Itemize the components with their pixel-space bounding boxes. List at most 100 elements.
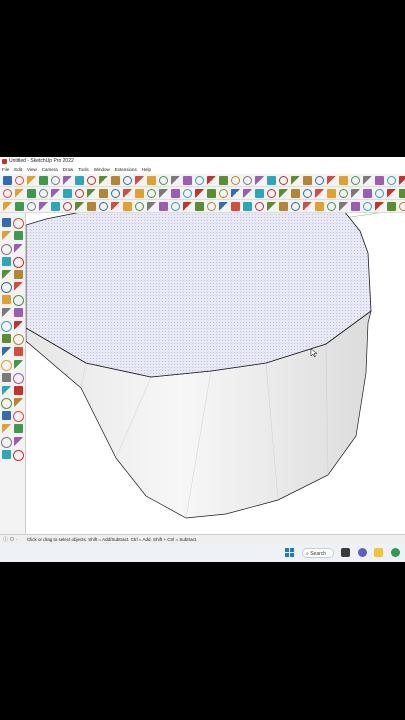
textured-icon[interactable] bbox=[363, 188, 372, 198]
pan-icon[interactable] bbox=[291, 175, 300, 185]
hidden-line-icon[interactable] bbox=[99, 188, 108, 198]
menu-window[interactable]: Window bbox=[94, 167, 110, 172]
top-view-icon[interactable] bbox=[255, 188, 264, 198]
eraser-icon[interactable] bbox=[15, 175, 24, 185]
outliner-icon[interactable] bbox=[207, 188, 216, 198]
text-icon[interactable] bbox=[13, 372, 24, 384]
rectangle-icon[interactable] bbox=[2, 269, 11, 279]
circle-icon[interactable] bbox=[1, 282, 12, 294]
position-camera-icon[interactable] bbox=[1, 437, 12, 449]
group-icon[interactable] bbox=[183, 188, 192, 198]
move-icon[interactable] bbox=[387, 175, 396, 185]
stamp-icon[interactable] bbox=[27, 201, 36, 211]
pie-icon[interactable] bbox=[2, 308, 11, 318]
tag-icon[interactable] bbox=[1, 243, 12, 255]
drape-icon[interactable] bbox=[279, 201, 288, 211]
back-view-icon[interactable] bbox=[291, 188, 300, 198]
fog-icon[interactable] bbox=[231, 201, 240, 211]
zoom-icon[interactable] bbox=[2, 411, 11, 421]
section-plane-icon[interactable] bbox=[387, 188, 396, 198]
polygon-icon[interactable] bbox=[363, 175, 372, 185]
section-cut-icon[interactable] bbox=[399, 188, 405, 198]
walk-icon[interactable] bbox=[171, 201, 180, 211]
select-icon[interactable] bbox=[243, 175, 252, 185]
move-icon[interactable] bbox=[1, 321, 12, 333]
rotated-rectangle-icon[interactable] bbox=[14, 269, 23, 279]
solid-subtract-icon[interactable] bbox=[339, 201, 348, 211]
component-icon[interactable] bbox=[171, 188, 180, 198]
axes-icon[interactable] bbox=[2, 385, 11, 395]
browser-icon[interactable] bbox=[391, 548, 400, 557]
three-point-arc-icon[interactable] bbox=[14, 308, 23, 318]
flip-edge-icon[interactable] bbox=[291, 201, 300, 211]
make-component-icon[interactable] bbox=[13, 218, 24, 229]
solid-trim-icon[interactable] bbox=[351, 201, 360, 211]
solid-intersect-icon[interactable] bbox=[123, 201, 132, 211]
model-canvas[interactable] bbox=[26, 213, 405, 534]
tape-measure-icon[interactable] bbox=[1, 359, 12, 371]
extension-icon[interactable] bbox=[315, 201, 324, 211]
styles-icon[interactable] bbox=[231, 188, 240, 198]
previous-view-icon[interactable] bbox=[14, 424, 23, 434]
front-view-icon[interactable] bbox=[267, 188, 276, 198]
arc-icon[interactable] bbox=[327, 175, 336, 185]
scale-icon[interactable] bbox=[171, 175, 180, 185]
circle-icon[interactable] bbox=[111, 175, 120, 185]
wireframe-icon[interactable] bbox=[327, 188, 336, 198]
paint-bucket-icon[interactable] bbox=[2, 230, 11, 240]
iso-view-icon[interactable] bbox=[243, 188, 252, 198]
shaded-icon[interactable] bbox=[111, 188, 120, 198]
task-view-icon[interactable] bbox=[341, 548, 350, 557]
file-explorer-icon[interactable] bbox=[374, 548, 383, 557]
zoom-icon[interactable] bbox=[63, 175, 72, 185]
arc-icon[interactable] bbox=[2, 295, 11, 305]
3d-text-icon[interactable] bbox=[14, 385, 23, 395]
eraser-icon[interactable] bbox=[14, 230, 23, 240]
protractor-icon[interactable] bbox=[2, 372, 11, 382]
outer-shell-icon[interactable] bbox=[147, 201, 156, 211]
solid-trim-icon[interactable] bbox=[111, 201, 120, 211]
sandbox-icon[interactable] bbox=[243, 201, 252, 211]
outer-shell-icon[interactable] bbox=[387, 201, 396, 211]
freehand-icon[interactable] bbox=[13, 256, 24, 268]
orbit-icon[interactable] bbox=[39, 175, 48, 185]
push-pull-icon[interactable] bbox=[135, 175, 144, 185]
wireframe-icon[interactable] bbox=[87, 188, 96, 198]
pan-icon[interactable] bbox=[51, 175, 60, 185]
orbit-icon[interactable] bbox=[1, 398, 12, 410]
section-plane-icon[interactable] bbox=[147, 188, 156, 198]
solid-intersect-icon[interactable] bbox=[363, 201, 372, 211]
select-icon[interactable] bbox=[2, 218, 11, 227]
paint-bucket-icon[interactable] bbox=[27, 175, 36, 185]
pie-icon[interactable] bbox=[207, 201, 216, 211]
shadow-icon[interactable] bbox=[219, 201, 228, 211]
menu-edit[interactable]: Edit bbox=[14, 167, 22, 172]
rectangle-icon[interactable] bbox=[99, 175, 108, 185]
dimension-icon[interactable] bbox=[195, 201, 204, 211]
warehouse-icon[interactable] bbox=[303, 201, 312, 211]
xray-icon[interactable] bbox=[315, 188, 324, 198]
rotate-icon[interactable] bbox=[399, 175, 405, 185]
left-view-icon[interactable] bbox=[63, 188, 72, 198]
solid-split-icon[interactable] bbox=[135, 201, 144, 211]
walk-icon[interactable] bbox=[2, 450, 11, 460]
shaded-icon[interactable] bbox=[351, 188, 360, 198]
push-pull-icon[interactable] bbox=[14, 321, 23, 331]
solid-split-icon[interactable] bbox=[375, 201, 384, 211]
tape-measure-icon[interactable] bbox=[195, 175, 204, 185]
stamp-icon[interactable] bbox=[267, 201, 276, 211]
lock-icon[interactable] bbox=[14, 243, 23, 253]
zoom-icon[interactable] bbox=[303, 175, 312, 185]
warehouse-icon[interactable] bbox=[63, 201, 72, 211]
flip-edge-icon[interactable] bbox=[51, 201, 60, 211]
position-camera-icon[interactable] bbox=[399, 201, 405, 211]
monochrome-icon[interactable] bbox=[375, 188, 384, 198]
two-point-arc-icon[interactable] bbox=[13, 295, 24, 307]
smoove-icon[interactable] bbox=[15, 201, 24, 211]
taskbar-search-box[interactable]: ⌕ Search bbox=[302, 548, 334, 558]
teams-chat-icon[interactable] bbox=[358, 548, 367, 557]
offset-icon[interactable] bbox=[14, 346, 23, 356]
follow-me-icon[interactable] bbox=[13, 334, 24, 346]
solid-union-icon[interactable] bbox=[327, 201, 336, 211]
solid-union-icon[interactable] bbox=[87, 201, 96, 211]
